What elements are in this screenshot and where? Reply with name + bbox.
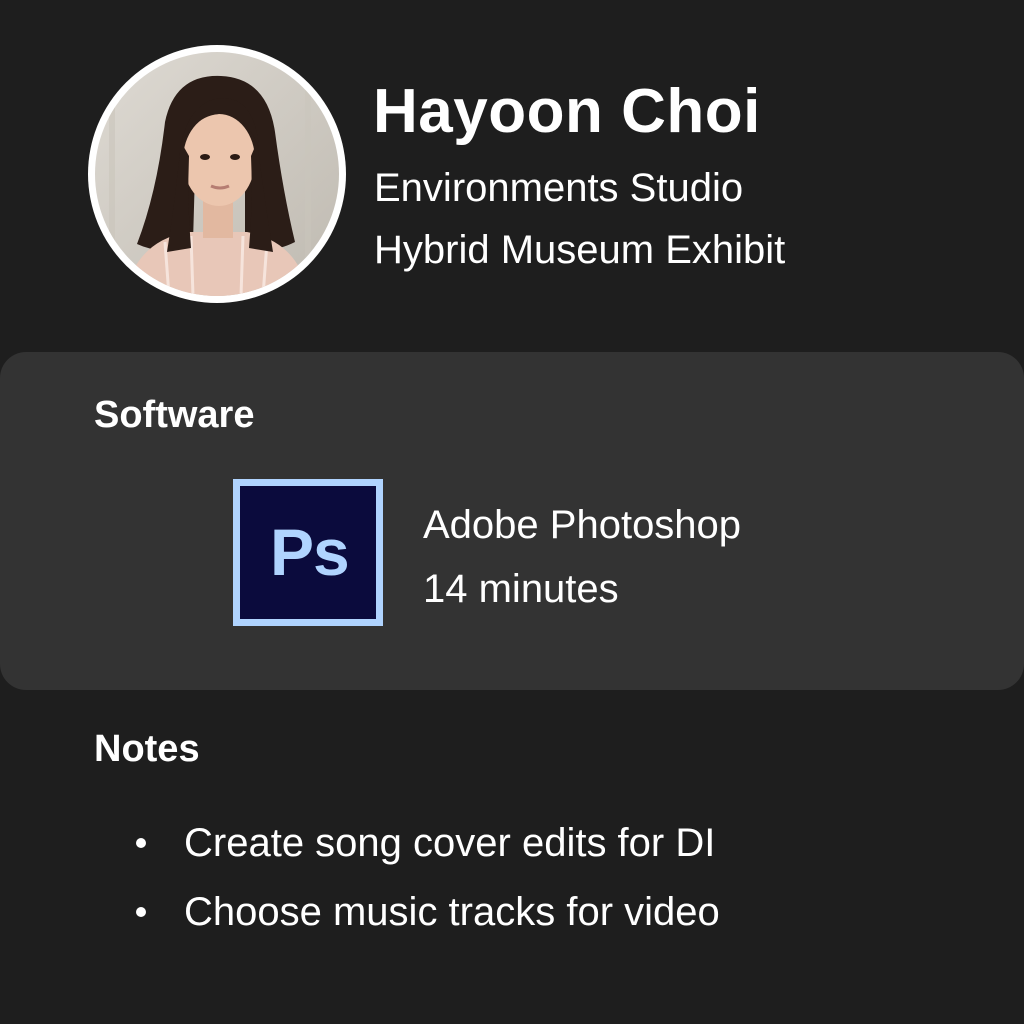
list-item: Choose music tracks for video (136, 887, 720, 937)
profile-project: Hybrid Museum Exhibit (374, 228, 786, 272)
list-item: Create song cover edits for DI (136, 818, 715, 868)
software-section-title: Software (94, 394, 255, 436)
photoshop-icon-fill: Ps (240, 486, 376, 619)
photoshop-icon[interactable]: Ps (233, 479, 383, 626)
bullet-icon (136, 907, 146, 918)
software-usage-duration: 14 minutes (423, 567, 619, 611)
software-card: Software Ps Adobe Photoshop 14 minutes (0, 352, 1024, 690)
profile-photo (95, 52, 339, 296)
bullet-icon (136, 838, 146, 849)
profile-page: Hayoon Choi Environments Studio Hybrid M… (0, 0, 1024, 1024)
photoshop-icon-label: Ps (270, 515, 350, 589)
profile-name: Hayoon Choi (373, 77, 761, 146)
profile-studio: Environments Studio (374, 166, 744, 210)
note-text: Create song cover edits for DI (184, 821, 716, 865)
avatar[interactable] (88, 45, 346, 303)
note-text: Choose music tracks for video (184, 890, 720, 934)
software-app-name: Adobe Photoshop (423, 503, 742, 547)
notes-section-title: Notes (94, 728, 200, 770)
